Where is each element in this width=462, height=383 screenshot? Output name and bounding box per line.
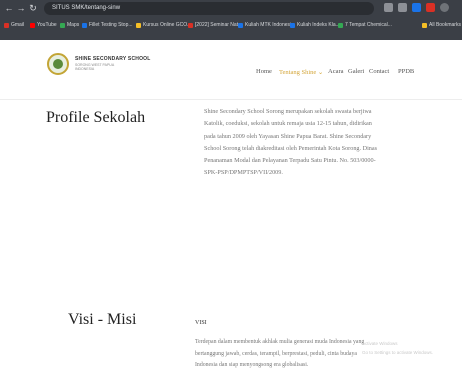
bookmark-label: Kuliah MTK Indonesi... <box>245 22 296 28</box>
bookmark-label: [2022] Seminar Nat... <box>195 22 243 28</box>
visi-line: Indonesia dan siap menyongsong era globa… <box>195 362 309 368</box>
profile-line: SPK-PSP/DPMPTSP/VII/2009. <box>204 169 283 177</box>
extension-icon[interactable] <box>426 3 435 12</box>
bookmark-item[interactable]: Kursus Online GCO... <box>136 21 191 29</box>
bookmark-label: Kuliah Indeks Kla... <box>297 22 340 28</box>
bookmark-label: Maps <box>67 22 80 28</box>
profile-heading: Profile Sekolah <box>46 109 146 126</box>
bookmark-item[interactable]: 7 Tempat Chemical... <box>338 21 392 29</box>
profile-line: Shine Secondary School Sorong merupakan … <box>204 108 372 115</box>
profile-line: Penanaman Modal dan Pelayanan Terpadu Sa… <box>204 157 376 165</box>
star-icon[interactable] <box>398 3 407 12</box>
bookmark-icon <box>4 23 9 28</box>
bookmark-label: All Bookmarks <box>429 22 461 28</box>
browser-toolbar: ← → ↻ SITUS SMK/tentang-sinw <box>0 0 462 17</box>
bookmark-item[interactable]: Fillet Testing Stop... <box>82 21 133 29</box>
bookmark-item[interactable]: Gmail <box>4 21 24 29</box>
bookmark-icon <box>188 23 193 28</box>
bookmark-item[interactable]: Kuliah MTK Indonesi... <box>238 21 295 29</box>
brand-name[interactable]: SHINE SECONDARY SCHOOL <box>75 56 151 62</box>
site-header: SHINE SECONDARY SCHOOL SORONG WEST PAPUA… <box>0 40 462 100</box>
address-bar-url: SITUS SMK/tentang-sinw <box>52 5 121 11</box>
bookmark-label: Gmail <box>11 22 25 28</box>
chevron-down-icon: ⌄ <box>317 69 324 76</box>
logo-emblem <box>53 59 63 69</box>
nav-galeri[interactable]: Galeri <box>348 68 364 75</box>
bookmark-icon <box>238 23 243 28</box>
back-icon[interactable]: ← <box>4 3 14 13</box>
profile-paragraph: Shine Secondary School Sorong merupakan … <box>204 106 394 180</box>
nav-home[interactable]: Home <box>256 68 272 75</box>
bookmark-label: YouTube <box>37 22 57 28</box>
bookmark-label: 7 Tempat Chemical... <box>345 22 392 28</box>
bookmarks-bar: Gmail YouTube Maps Fillet Testing Stop..… <box>0 18 462 32</box>
visi-label: VISI <box>195 320 207 326</box>
bookmark-icon <box>82 23 87 28</box>
watermark-line: Go to Settings to activate Windows. <box>362 350 434 355</box>
bookmark-item[interactable]: Kuliah Indeks Kla... <box>290 21 340 29</box>
school-logo-icon[interactable] <box>47 53 69 75</box>
nav-acara[interactable]: Acara <box>328 68 344 75</box>
bookmark-icon <box>290 23 295 28</box>
browser-chrome: ← → ↻ SITUS SMK/tentang-sinw Gmail YouTu… <box>0 0 462 40</box>
bookmark-icon <box>338 23 343 28</box>
forward-icon[interactable]: → <box>16 3 26 13</box>
address-bar[interactable]: SITUS SMK/tentang-sinw <box>44 2 374 15</box>
extension-icon[interactable] <box>412 3 421 12</box>
bookmark-icon <box>60 23 65 28</box>
visi-misi-heading: Visi - Misi <box>68 311 137 328</box>
bookmark-label: Kursus Online GCO... <box>143 22 192 28</box>
profile-avatar-icon[interactable] <box>440 3 449 12</box>
activation-watermark: Activate Windows Go to Settings to activ… <box>362 339 452 357</box>
watermark-line: Activate Windows <box>362 341 398 346</box>
bookmark-item[interactable]: All Bookmarks <box>422 21 461 29</box>
bookmark-item[interactable]: YouTube <box>30 21 57 29</box>
bookmark-icon <box>422 23 427 28</box>
extension-icon[interactable] <box>384 3 393 12</box>
bookmark-item[interactable]: [2022] Seminar Nat... <box>188 21 242 29</box>
profile-line: pada tahun 2009 oleh Yayasan Shine Papua… <box>204 132 372 140</box>
nav-tentang-label: Tentang Shine <box>279 69 317 76</box>
profile-line: Katolik, coeduksi, sekolah untuk remaja … <box>204 120 372 128</box>
bookmark-label: Fillet Testing Stop... <box>89 22 133 28</box>
profile-line: School Sorong telah diakreditasi oleh Pe… <box>204 144 378 152</box>
nav-tentang-shine[interactable]: Tentang Shine ⌄ <box>279 68 323 76</box>
bookmark-item[interactable]: Maps <box>60 21 79 29</box>
brand-subtitle: SORONG WEST PAPUA INDONESIA <box>75 63 114 71</box>
nav-ppdb[interactable]: PPDB <box>398 68 414 75</box>
nav-contact[interactable]: Contact <box>369 68 389 75</box>
bookmark-icon <box>30 23 35 28</box>
reload-icon[interactable]: ↻ <box>28 3 38 13</box>
bookmark-icon <box>136 23 141 28</box>
